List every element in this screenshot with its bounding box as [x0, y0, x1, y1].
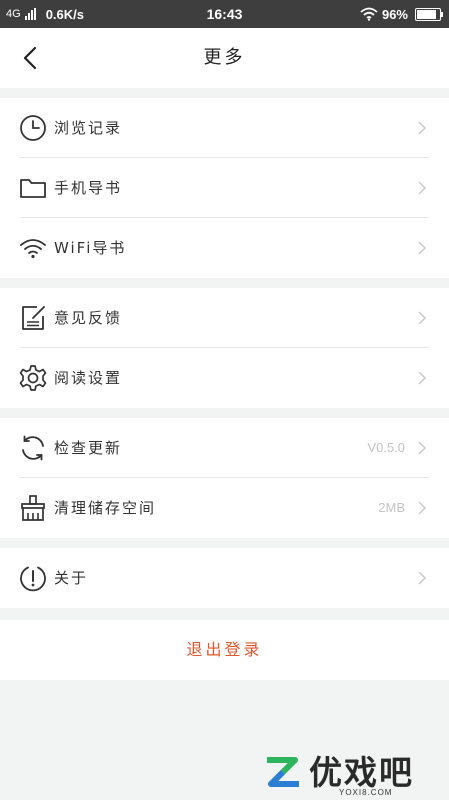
status-bar: 4G 0.6K/s 16:43 96%: [0, 0, 449, 28]
wifi-icon: [20, 239, 46, 259]
logout-button[interactable]: 退出登录: [0, 620, 449, 680]
menu-item-label: 检查更新: [54, 439, 123, 457]
chevron-right-icon: [418, 241, 427, 255]
menu-item-label: 浏览记录: [54, 119, 123, 137]
chevron-right-icon: [418, 181, 427, 195]
chevron-right-icon: [418, 121, 427, 135]
chevron-right-icon: [418, 311, 427, 325]
watermark: 优戏吧 YOXI8.COM: [259, 748, 435, 797]
menu-item-label: 意见反馈: [54, 309, 123, 327]
menu-item-about[interactable]: 关于: [0, 548, 449, 608]
menu-item-label: WiFi导书: [54, 239, 127, 257]
clock-icon: [20, 115, 46, 141]
settings-group-system: 检查更新 V0.5.0 清理储存空间 2MB: [0, 418, 449, 538]
chevron-right-icon: [418, 441, 427, 455]
settings-group-browse: 浏览记录 手机导书 WiFi导书: [0, 98, 449, 278]
logout-area: 退出登录: [0, 620, 449, 680]
menu-item-reading-settings[interactable]: 阅读设置: [0, 348, 449, 408]
version-value: V0.5.0: [367, 440, 405, 455]
settings-group-reading: 意见反馈 阅读设置: [0, 288, 449, 408]
chevron-right-icon: [418, 571, 427, 585]
chevron-right-icon: [418, 371, 427, 385]
folder-icon: [20, 179, 46, 198]
battery-icon: [415, 7, 443, 21]
storage-value: 2MB: [378, 500, 405, 515]
watermark-text: 优戏吧: [309, 753, 414, 792]
menu-item-label: 关于: [54, 569, 89, 587]
broom-icon: [21, 495, 45, 521]
info-icon: [20, 566, 46, 592]
wifi-status-icon: [360, 7, 378, 21]
battery-percent: 96%: [381, 6, 408, 22]
watermark-logo-icon: [267, 757, 299, 787]
menu-item-label: 清理储存空间: [54, 499, 157, 517]
menu-item-check-update[interactable]: 检查更新 V0.5.0: [0, 418, 449, 478]
menu-item-label: 阅读设置: [54, 369, 123, 387]
menu-item-feedback[interactable]: 意见反馈: [0, 288, 449, 348]
status-right: 96%: [360, 0, 443, 28]
page-title: 更多: [203, 47, 246, 68]
feedback-icon: [22, 306, 45, 330]
gear-icon: [19, 365, 47, 391]
title-bar: 更多: [0, 28, 449, 88]
refresh-icon: [22, 435, 44, 461]
menu-item-phone-import[interactable]: 手机导书: [0, 158, 449, 218]
watermark-url: YOXI8.COM: [339, 788, 393, 797]
menu-item-history[interactable]: 浏览记录: [0, 98, 449, 158]
menu-item-clear-storage[interactable]: 清理储存空间 2MB: [0, 478, 449, 538]
menu-item-wifi-import[interactable]: WiFi导书: [0, 218, 449, 278]
chevron-right-icon: [418, 501, 427, 515]
settings-group-about: 关于: [0, 548, 449, 608]
menu-item-label: 手机导书: [54, 179, 123, 197]
